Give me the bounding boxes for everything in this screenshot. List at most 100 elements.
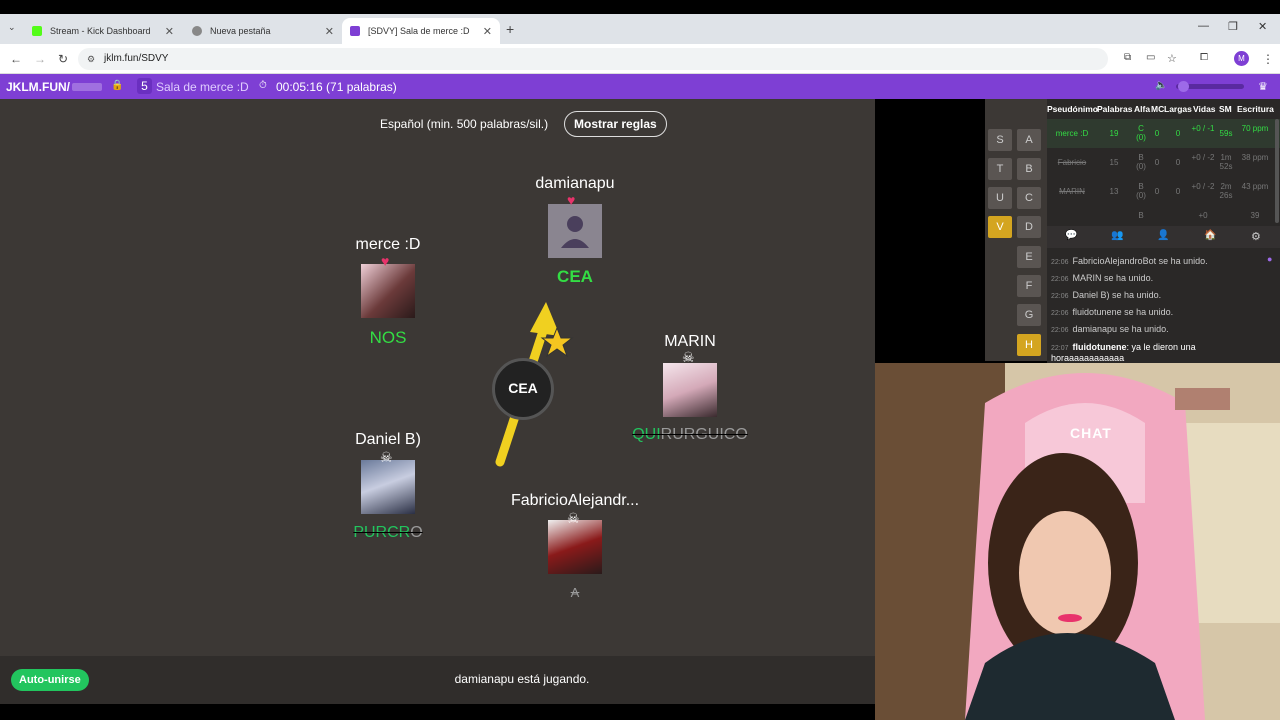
auto-join-button[interactable]: Auto-unirse (11, 669, 89, 691)
letter-S: S (988, 129, 1012, 151)
avatar-damianapu (548, 204, 602, 258)
tab-chat-icon[interactable]: 💬 (1065, 230, 1077, 241)
letter-C: C (1017, 187, 1041, 209)
cell-largas: 0 (1175, 158, 1181, 167)
avatar-fabricio (548, 520, 602, 574)
chat-message: 22:07 fluidotunene: ya le dieron una (1051, 342, 1196, 352)
cell-vidas: +0 / -2 (1191, 153, 1215, 162)
letter-bonus-panel: S T U V A B C D E F G H (985, 99, 1047, 361)
col-header[interactable]: Largas (1164, 104, 1192, 114)
tab-search-icon[interactable]: ⌄ (8, 22, 16, 33)
reload-icon[interactable]: ↻ (58, 52, 68, 66)
chat-time: 22:06 (1051, 276, 1069, 283)
cast-icon[interactable]: ▭ (1146, 52, 1155, 63)
volume-knob[interactable] (1178, 81, 1189, 92)
tab-new[interactable]: Nueva pestaña ✕ (184, 18, 342, 44)
chat-text: horaaaaaaaaaaaa (1051, 353, 1125, 363)
letter-A: A (1017, 129, 1041, 151)
player-name-damianapu: damianapu (535, 175, 615, 192)
cell-largas: 0 (1175, 187, 1181, 196)
game-status: damianapu está jugando. (454, 672, 590, 686)
back-icon[interactable]: ← (10, 52, 22, 66)
chrome-favicon-icon (192, 26, 202, 36)
bottom-bar: Auto-unirse damianapu está jugando. (0, 656, 875, 704)
cell-mc: 0 (1154, 129, 1160, 138)
chat-panel: ● 22:06 FabricioAlejandroBot se ha unido.… (1047, 250, 1280, 363)
scoreboard-scrollbar[interactable] (1275, 119, 1279, 223)
maximize-icon[interactable]: ❐ (1228, 20, 1238, 33)
player-count-badge: 5 (137, 78, 152, 94)
col-header[interactable]: Alfa (1134, 104, 1150, 114)
url-input[interactable]: ⚙ jklm.fun/SDVY (78, 48, 1108, 70)
forward-icon[interactable]: → (34, 52, 46, 66)
cell-mc: 0 (1154, 158, 1160, 167)
browser-tab-bar: ⌄ Stream - Kick Dashboard ✕ Nueva pestañ… (0, 14, 1280, 44)
letter-F: F (1017, 275, 1041, 297)
chat-time: 22:06 (1051, 327, 1069, 334)
tab-title: Stream - Kick Dashboard (50, 26, 151, 36)
minimize-icon[interactable]: — (1198, 20, 1209, 32)
cell-mc: 0 (1154, 187, 1160, 196)
heart-icon: ♥ (567, 192, 576, 208)
translate-icon[interactable]: ⧉ (1124, 52, 1131, 63)
site-info-icon[interactable]: ⚙ (87, 48, 95, 70)
crown-icon[interactable]: ♛ (1258, 80, 1268, 93)
cell-escritura: 39 (1250, 211, 1260, 220)
chat-user-icon: ● (1267, 254, 1273, 264)
window-close-icon[interactable]: ✕ (1258, 20, 1267, 33)
chat-time: 22:06 (1051, 310, 1069, 317)
heart-icon: ♥ (381, 253, 390, 269)
address-bar: ← → ↻ ⚙ jklm.fun/SDVY ⧉ ▭ ☆ ⧠ M ⋮ (0, 44, 1280, 74)
col-header[interactable]: SM (1219, 104, 1232, 114)
rules-language-text: Español (min. 500 palabras/sil.) (380, 117, 549, 131)
cell-name: Fabricio (1057, 158, 1087, 167)
webcam-scene (875, 363, 1280, 720)
col-header[interactable]: Pseudónimo (1047, 104, 1098, 114)
tab-players-icon[interactable]: 👥 (1111, 230, 1123, 241)
tab-kick-dashboard[interactable]: Stream - Kick Dashboard ✕ (24, 18, 182, 44)
tab-settings-icon[interactable]: ⚙ (1251, 230, 1261, 243)
player-name-merce: merce :D (355, 236, 421, 253)
cell-name: MARIN (1059, 187, 1085, 196)
col-header[interactable]: Escritura (1237, 104, 1274, 114)
tab-jklm-room[interactable]: [SDVY] Sala de merce :D ✕ (342, 18, 500, 44)
avatar-merce (361, 264, 415, 318)
cell-alfa: B (1138, 211, 1144, 220)
close-tab-icon[interactable]: ✕ (325, 25, 334, 38)
col-header[interactable]: MC (1151, 104, 1164, 114)
cell-vidas: +0 / -2 (1191, 182, 1215, 191)
new-tab-button[interactable]: + (506, 21, 514, 37)
chat-user[interactable]: fluidotunene (1073, 342, 1127, 352)
bookmark-star-icon[interactable]: ☆ (1167, 52, 1177, 65)
tab-title: Nueva pestaña (210, 26, 271, 36)
cell-alfa: B (0) (1136, 153, 1146, 171)
show-rules-button[interactable]: Mostrar reglas (564, 111, 667, 137)
word-marin-highlight: QUI (632, 426, 661, 443)
tab-room-icon[interactable]: 🏠 (1204, 230, 1216, 241)
menu-kebab-icon[interactable]: ⋮ (1262, 52, 1274, 66)
col-header[interactable]: Palabras (1097, 104, 1132, 114)
word-daniel: PURCRO (288, 524, 488, 542)
profile-avatar[interactable]: M (1234, 51, 1249, 66)
chat-message: horaaaaaaaaaaaa (1051, 353, 1124, 363)
col-header[interactable]: Vidas (1193, 104, 1216, 114)
extensions-icon[interactable]: ⧠ (1200, 52, 1208, 63)
avatar-daniel (361, 460, 415, 514)
chat-text: FabricioAlejandroBot se ha unido. (1072, 256, 1208, 266)
table-row: merce :D 19 C (0) 0 0 +0 / -1 59s 70 ppm (1047, 119, 1280, 148)
chat-message: 22:06 Daniel B) se ha unido. (1051, 290, 1161, 300)
word-marin-rest: RURGUICO (660, 426, 748, 443)
tab-profile-icon[interactable]: 👤 (1157, 230, 1169, 241)
cell-vidas: +0 / -1 (1191, 124, 1215, 133)
cell-name: merce :D (1055, 129, 1089, 138)
mute-icon[interactable]: 🔈 (1155, 80, 1167, 91)
close-tab-icon[interactable]: ✕ (483, 25, 492, 38)
close-tab-icon[interactable]: ✕ (165, 25, 174, 38)
letter-G: G (1017, 304, 1041, 326)
word-merce: NOS (369, 328, 407, 347)
cell-palabras: 19 (1109, 129, 1119, 138)
skull-icon: ☠ (682, 349, 695, 365)
room-timer: 00:05:16 (71 palabras) (276, 80, 397, 94)
top-strip (0, 0, 1280, 14)
site-title[interactable]: JKLM.FUN/ (6, 80, 70, 94)
